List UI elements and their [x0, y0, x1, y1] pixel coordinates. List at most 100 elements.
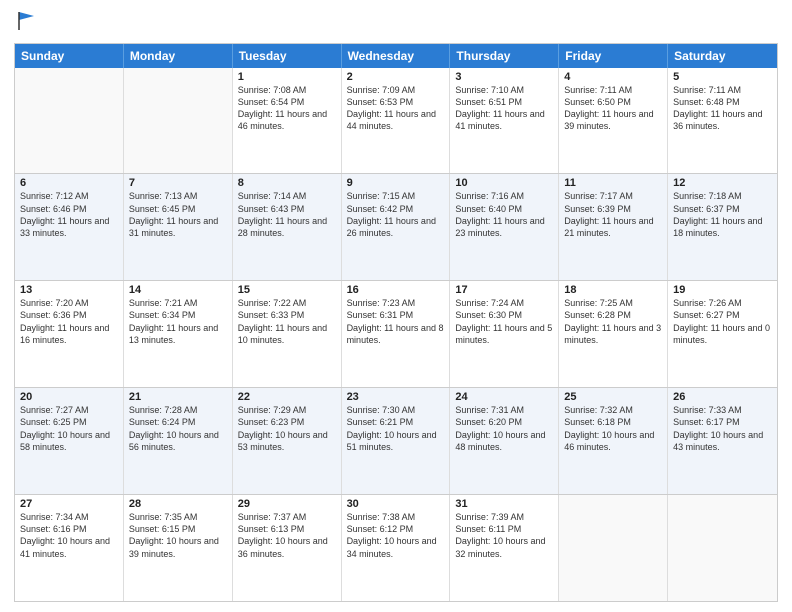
day-info: Sunrise: 7:15 AM Sunset: 6:42 PM Dayligh…	[347, 190, 445, 239]
day-number: 20	[20, 391, 118, 403]
day-number: 9	[347, 177, 445, 189]
day-info: Sunrise: 7:13 AM Sunset: 6:45 PM Dayligh…	[129, 190, 227, 239]
day-info: Sunrise: 7:33 AM Sunset: 6:17 PM Dayligh…	[673, 404, 772, 453]
calendar-day-1: 1Sunrise: 7:08 AM Sunset: 6:54 PM Daylig…	[233, 68, 342, 174]
day-info: Sunrise: 7:27 AM Sunset: 6:25 PM Dayligh…	[20, 404, 118, 453]
day-info: Sunrise: 7:23 AM Sunset: 6:31 PM Dayligh…	[347, 297, 445, 346]
day-info: Sunrise: 7:39 AM Sunset: 6:11 PM Dayligh…	[455, 511, 553, 560]
day-number: 14	[129, 284, 227, 296]
day-info: Sunrise: 7:34 AM Sunset: 6:16 PM Dayligh…	[20, 511, 118, 560]
day-number: 5	[673, 71, 772, 83]
day-number: 24	[455, 391, 553, 403]
calendar-day-29: 29Sunrise: 7:37 AM Sunset: 6:13 PM Dayli…	[233, 495, 342, 601]
calendar-day-empty	[124, 68, 233, 174]
calendar-day-21: 21Sunrise: 7:28 AM Sunset: 6:24 PM Dayli…	[124, 388, 233, 494]
calendar-day-7: 7Sunrise: 7:13 AM Sunset: 6:45 PM Daylig…	[124, 174, 233, 280]
day-number: 12	[673, 177, 772, 189]
weekday-header-saturday: Saturday	[668, 44, 777, 68]
day-number: 26	[673, 391, 772, 403]
calendar-day-23: 23Sunrise: 7:30 AM Sunset: 6:21 PM Dayli…	[342, 388, 451, 494]
day-number: 21	[129, 391, 227, 403]
calendar-day-26: 26Sunrise: 7:33 AM Sunset: 6:17 PM Dayli…	[668, 388, 777, 494]
day-number: 28	[129, 498, 227, 510]
day-info: Sunrise: 7:26 AM Sunset: 6:27 PM Dayligh…	[673, 297, 772, 346]
calendar-day-18: 18Sunrise: 7:25 AM Sunset: 6:28 PM Dayli…	[559, 281, 668, 387]
day-info: Sunrise: 7:11 AM Sunset: 6:48 PM Dayligh…	[673, 84, 772, 133]
calendar-day-5: 5Sunrise: 7:11 AM Sunset: 6:48 PM Daylig…	[668, 68, 777, 174]
day-info: Sunrise: 7:20 AM Sunset: 6:36 PM Dayligh…	[20, 297, 118, 346]
day-info: Sunrise: 7:12 AM Sunset: 6:46 PM Dayligh…	[20, 190, 118, 239]
day-info: Sunrise: 7:35 AM Sunset: 6:15 PM Dayligh…	[129, 511, 227, 560]
day-info: Sunrise: 7:37 AM Sunset: 6:13 PM Dayligh…	[238, 511, 336, 560]
calendar-day-16: 16Sunrise: 7:23 AM Sunset: 6:31 PM Dayli…	[342, 281, 451, 387]
logo	[14, 10, 38, 37]
calendar-day-12: 12Sunrise: 7:18 AM Sunset: 6:37 PM Dayli…	[668, 174, 777, 280]
day-info: Sunrise: 7:16 AM Sunset: 6:40 PM Dayligh…	[455, 190, 553, 239]
day-info: Sunrise: 7:21 AM Sunset: 6:34 PM Dayligh…	[129, 297, 227, 346]
day-info: Sunrise: 7:25 AM Sunset: 6:28 PM Dayligh…	[564, 297, 662, 346]
day-info: Sunrise: 7:32 AM Sunset: 6:18 PM Dayligh…	[564, 404, 662, 453]
calendar-day-28: 28Sunrise: 7:35 AM Sunset: 6:15 PM Dayli…	[124, 495, 233, 601]
day-number: 7	[129, 177, 227, 189]
weekday-header-monday: Monday	[124, 44, 233, 68]
weekday-header-tuesday: Tuesday	[233, 44, 342, 68]
day-info: Sunrise: 7:08 AM Sunset: 6:54 PM Dayligh…	[238, 84, 336, 133]
day-number: 1	[238, 71, 336, 83]
day-info: Sunrise: 7:22 AM Sunset: 6:33 PM Dayligh…	[238, 297, 336, 346]
calendar-day-15: 15Sunrise: 7:22 AM Sunset: 6:33 PM Dayli…	[233, 281, 342, 387]
calendar-day-19: 19Sunrise: 7:26 AM Sunset: 6:27 PM Dayli…	[668, 281, 777, 387]
calendar-day-10: 10Sunrise: 7:16 AM Sunset: 6:40 PM Dayli…	[450, 174, 559, 280]
day-number: 13	[20, 284, 118, 296]
calendar-week-4: 20Sunrise: 7:27 AM Sunset: 6:25 PM Dayli…	[15, 387, 777, 494]
day-info: Sunrise: 7:17 AM Sunset: 6:39 PM Dayligh…	[564, 190, 662, 239]
calendar-day-empty	[15, 68, 124, 174]
day-number: 3	[455, 71, 553, 83]
calendar-day-17: 17Sunrise: 7:24 AM Sunset: 6:30 PM Dayli…	[450, 281, 559, 387]
weekday-header-wednesday: Wednesday	[342, 44, 451, 68]
calendar-day-13: 13Sunrise: 7:20 AM Sunset: 6:36 PM Dayli…	[15, 281, 124, 387]
day-number: 27	[20, 498, 118, 510]
calendar: SundayMondayTuesdayWednesdayThursdayFrid…	[14, 43, 778, 603]
day-number: 2	[347, 71, 445, 83]
calendar-week-5: 27Sunrise: 7:34 AM Sunset: 6:16 PM Dayli…	[15, 494, 777, 601]
day-info: Sunrise: 7:11 AM Sunset: 6:50 PM Dayligh…	[564, 84, 662, 133]
calendar-day-empty	[668, 495, 777, 601]
day-info: Sunrise: 7:24 AM Sunset: 6:30 PM Dayligh…	[455, 297, 553, 346]
day-info: Sunrise: 7:30 AM Sunset: 6:21 PM Dayligh…	[347, 404, 445, 453]
day-number: 11	[564, 177, 662, 189]
day-number: 29	[238, 498, 336, 510]
calendar-day-6: 6Sunrise: 7:12 AM Sunset: 6:46 PM Daylig…	[15, 174, 124, 280]
day-info: Sunrise: 7:38 AM Sunset: 6:12 PM Dayligh…	[347, 511, 445, 560]
calendar-day-2: 2Sunrise: 7:09 AM Sunset: 6:53 PM Daylig…	[342, 68, 451, 174]
logo-text-block	[14, 10, 38, 37]
day-number: 23	[347, 391, 445, 403]
calendar-day-25: 25Sunrise: 7:32 AM Sunset: 6:18 PM Dayli…	[559, 388, 668, 494]
day-number: 15	[238, 284, 336, 296]
day-info: Sunrise: 7:31 AM Sunset: 6:20 PM Dayligh…	[455, 404, 553, 453]
day-info: Sunrise: 7:29 AM Sunset: 6:23 PM Dayligh…	[238, 404, 336, 453]
calendar-body: 1Sunrise: 7:08 AM Sunset: 6:54 PM Daylig…	[15, 68, 777, 602]
weekday-header-friday: Friday	[559, 44, 668, 68]
day-info: Sunrise: 7:09 AM Sunset: 6:53 PM Dayligh…	[347, 84, 445, 133]
day-number: 6	[20, 177, 118, 189]
calendar-day-30: 30Sunrise: 7:38 AM Sunset: 6:12 PM Dayli…	[342, 495, 451, 601]
calendar-day-3: 3Sunrise: 7:10 AM Sunset: 6:51 PM Daylig…	[450, 68, 559, 174]
day-info: Sunrise: 7:18 AM Sunset: 6:37 PM Dayligh…	[673, 190, 772, 239]
day-info: Sunrise: 7:10 AM Sunset: 6:51 PM Dayligh…	[455, 84, 553, 133]
day-number: 8	[238, 177, 336, 189]
day-number: 22	[238, 391, 336, 403]
day-info: Sunrise: 7:14 AM Sunset: 6:43 PM Dayligh…	[238, 190, 336, 239]
calendar-day-31: 31Sunrise: 7:39 AM Sunset: 6:11 PM Dayli…	[450, 495, 559, 601]
day-number: 18	[564, 284, 662, 296]
day-number: 25	[564, 391, 662, 403]
calendar-day-11: 11Sunrise: 7:17 AM Sunset: 6:39 PM Dayli…	[559, 174, 668, 280]
header	[14, 10, 778, 37]
calendar-week-2: 6Sunrise: 7:12 AM Sunset: 6:46 PM Daylig…	[15, 173, 777, 280]
day-number: 30	[347, 498, 445, 510]
calendar-day-27: 27Sunrise: 7:34 AM Sunset: 6:16 PM Dayli…	[15, 495, 124, 601]
calendar-day-empty	[559, 495, 668, 601]
calendar-day-4: 4Sunrise: 7:11 AM Sunset: 6:50 PM Daylig…	[559, 68, 668, 174]
day-number: 17	[455, 284, 553, 296]
day-number: 10	[455, 177, 553, 189]
calendar-day-20: 20Sunrise: 7:27 AM Sunset: 6:25 PM Dayli…	[15, 388, 124, 494]
